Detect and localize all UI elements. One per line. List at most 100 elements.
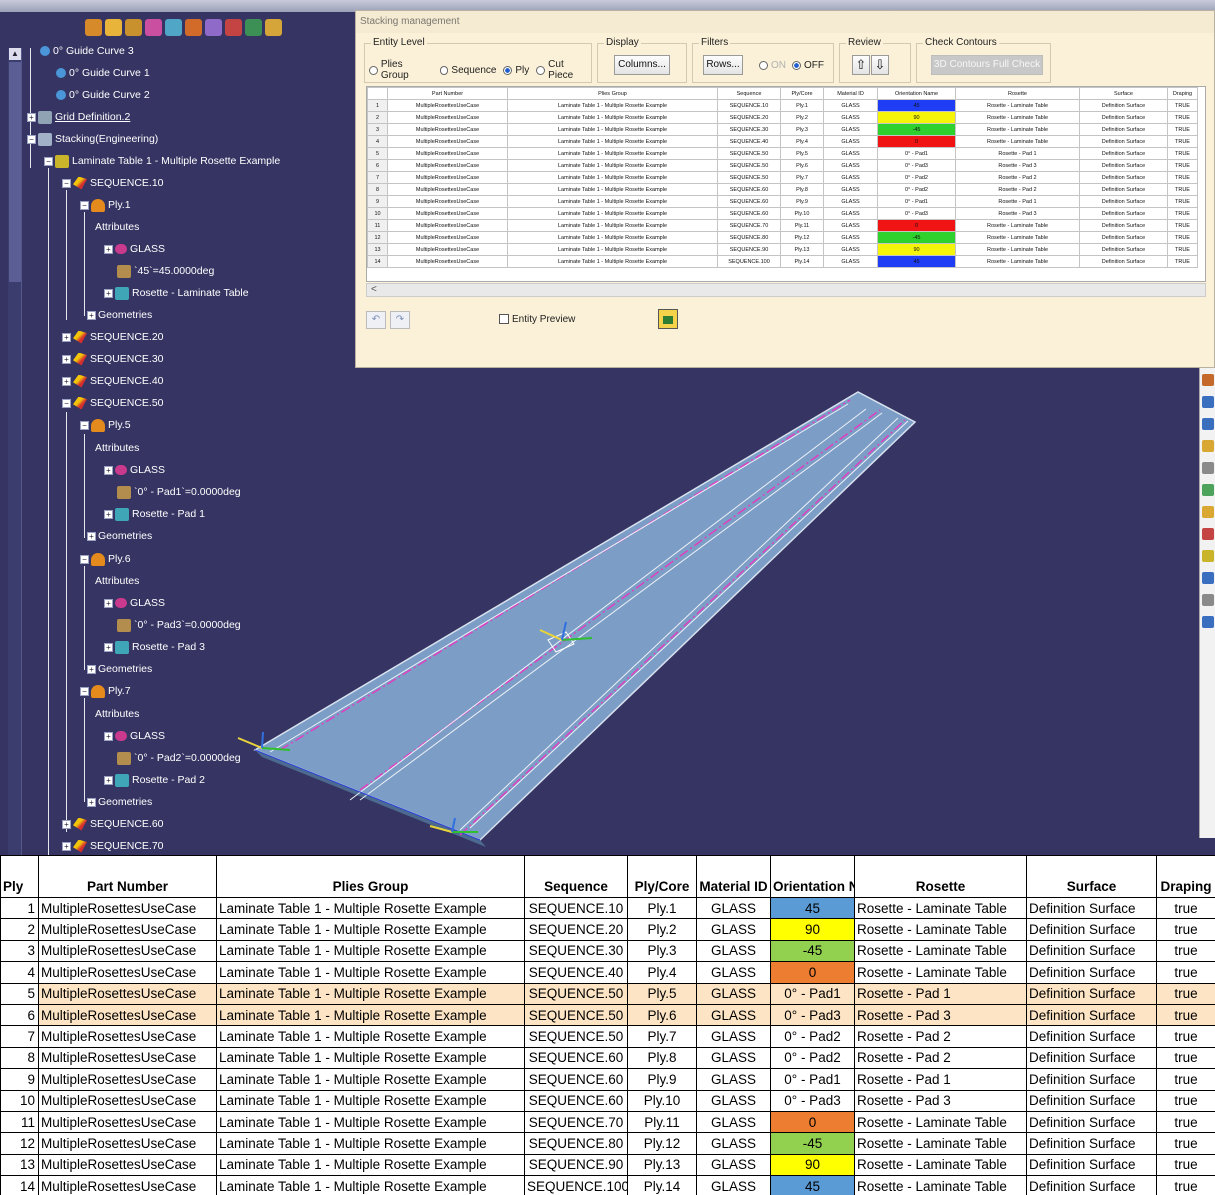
table-row[interactable]: 9 MultipleRosettesUseCase Laminate Table 1… [367,195,1198,208]
sheet-cell[interactable]: GLASS [696,1175,771,1195]
sheet-cell[interactable]: Laminate Table 1 - Multiple Rosette Exam… [216,939,525,963]
tool-icon[interactable] [1202,594,1214,606]
sheet-header-cell[interactable]: Rosette [854,855,1027,898]
sheet-cell[interactable]: true [1156,1068,1215,1091]
sheet-cell[interactable]: Definition Surface [1026,896,1157,920]
right-toolbar[interactable] [1199,368,1215,838]
table-cell[interactable]: MultipleRosettesUseCase [387,231,508,244]
sheet-cell[interactable]: GLASS [696,1110,771,1134]
sheet-row[interactable]: 11 MultipleRosettesUseCase Laminate Table … [0,1110,1215,1134]
sheet-cell[interactable]: Rosette - Pad 2 [854,1025,1027,1048]
sheet-cell[interactable]: MultipleRosettesUseCase [38,1132,217,1155]
table-cell[interactable]: 0° - Pad1 [877,147,956,160]
table-cell[interactable]: Ply.12 [780,231,824,244]
sheet-cell[interactable]: MultipleRosettesUseCase [38,961,217,984]
sheet-cell[interactable]: Definition Surface [1026,982,1157,1005]
table-cell[interactable]: GLASS [823,195,878,208]
sheet-cell[interactable]: Rosette - Laminate Table [854,896,1027,920]
table-cell[interactable]: 0 [877,135,956,148]
sheet-row[interactable]: 13 MultipleRosettesUseCase Laminate Table … [0,1153,1215,1177]
sheet-cell[interactable]: MultipleRosettesUseCase [38,1153,217,1177]
tool-icon[interactable] [1202,484,1214,496]
table-cell[interactable]: GLASS [823,159,878,172]
sheet-cell[interactable]: Laminate Table 1 - Multiple Rosette Exam… [216,1068,525,1091]
filter-off-label[interactable]: OFF [804,60,824,71]
sheet-cell[interactable]: Ply.7 [627,1025,697,1048]
sequence-label[interactable]: Sequence [451,65,496,76]
sheet-cell[interactable]: Ply.13 [627,1153,697,1177]
sheet-cell[interactable]: MultipleRosettesUseCase [38,982,217,1005]
sheet-cell[interactable]: Ply.1 [627,896,697,920]
tool-icon[interactable] [1202,396,1214,408]
row-index[interactable]: 10 [367,207,388,220]
sheet-cell[interactable]: Laminate Table 1 - Multiple Rosette Exam… [216,961,525,984]
table-header-cell[interactable]: Orientation Name [877,87,956,100]
sheet-cell[interactable]: Rosette - Pad 1 [854,982,1027,1005]
sheet-cell[interactable]: Ply.12 [627,1132,697,1155]
table-cell[interactable]: Laminate Table 1 - Multiple Rosette Exam… [507,159,718,172]
sheet-cell[interactable]: true [1156,896,1215,920]
sheet-cell[interactable]: SEQUENCE.90 [524,1153,628,1177]
sheet-cell[interactable]: true [1156,961,1215,984]
table-cell[interactable]: Laminate Table 1 - Multiple Rosette Exam… [507,219,718,232]
table-cell[interactable]: TRUE [1167,135,1198,148]
sheet-cell[interactable]: 0° - Pad1 [770,1068,855,1091]
table-cell[interactable]: TRUE [1167,255,1198,268]
table-cell[interactable]: Ply.3 [780,123,824,136]
table-cell[interactable]: MultipleRosettesUseCase [387,135,508,148]
table-cell[interactable]: Ply.4 [780,135,824,148]
table-cell[interactable]: Laminate Table 1 - Multiple Rosette Exam… [507,183,718,196]
sheet-cell[interactable]: Rosette - Laminate Table [854,1153,1027,1177]
table-cell[interactable]: -45 [877,231,956,244]
table-row[interactable]: 1 MultipleRosettesUseCase Laminate Table 1… [367,99,1198,112]
row-index[interactable]: 5 [367,147,388,160]
table-header-cell[interactable]: Surface [1079,87,1168,100]
table-cell[interactable]: Ply.1 [780,99,824,112]
sheet-row[interactable]: 1 MultipleRosettesUseCase Laminate Table 1… [0,896,1215,920]
table-cell[interactable]: Ply.5 [780,147,824,160]
sheet-cell[interactable]: Ply.10 [627,1089,697,1112]
table-row[interactable]: 12 MultipleRosettesUseCase Laminate Table … [367,231,1198,244]
table-row[interactable]: 10 MultipleRosettesUseCase Laminate Table … [367,207,1198,220]
table-cell[interactable]: MultipleRosettesUseCase [387,159,508,172]
table-cell[interactable]: MultipleRosettesUseCase [387,195,508,208]
table-cell[interactable]: SEQUENCE.100 [717,255,781,268]
table-cell[interactable]: Rosette - Pad 2 [955,183,1080,196]
sheet-cell[interactable]: Ply.2 [627,918,697,941]
table-cell[interactable]: Laminate Table 1 - Multiple Rosette Exam… [507,255,718,268]
table-cell[interactable]: SEQUENCE.10 [717,99,781,112]
stacking-table[interactable]: Part Number Plies Group Sequence Ply/Core Ma… [366,86,1206,282]
table-cell[interactable]: Laminate Table 1 - Multiple Rosette Exam… [507,111,718,124]
sheet-cell[interactable]: GLASS [696,1132,771,1155]
sheet-cell[interactable]: Definition Surface [1026,939,1157,963]
checkbox-icon[interactable] [499,314,509,325]
table-cell[interactable]: Definition Surface [1079,195,1168,208]
table-row[interactable]: 5 MultipleRosettesUseCase Laminate Table 1… [367,147,1198,160]
table-cell[interactable]: Ply.11 [780,219,824,232]
ply-number-cell[interactable]: 1 [0,896,39,920]
sheet-cell[interactable]: SEQUENCE.70 [524,1110,628,1134]
sheet-row[interactable]: 14 MultipleRosettesUseCase Laminate Table … [0,1175,1215,1195]
table-cell[interactable]: TRUE [1167,99,1198,112]
table-cell[interactable]: MultipleRosettesUseCase [387,123,508,136]
sheet-cell[interactable]: SEQUENCE.50 [524,1025,628,1048]
sheet-cell[interactable]: -45 [770,1132,855,1155]
table-cell[interactable]: Laminate Table 1 - Multiple Rosette Exam… [507,243,718,256]
ply-number-cell[interactable]: 5 [0,982,39,1005]
ply-number-cell[interactable]: 4 [0,961,39,984]
sheet-cell[interactable]: Rosette - Laminate Table [854,918,1027,941]
ply-number-cell[interactable]: 8 [0,1046,39,1070]
table-cell[interactable]: Laminate Table 1 - Multiple Rosette Exam… [507,171,718,184]
sheet-cell[interactable]: Rosette - Pad 3 [854,1003,1027,1027]
table-cell[interactable]: Laminate Table 1 - Multiple Rosette Exam… [507,147,718,160]
entity-preview-checkbox[interactable]: Entity Preview [499,314,575,325]
cut-piece-label[interactable]: Cut Piece [548,59,591,81]
sheet-cell[interactable]: SEQUENCE.60 [524,1046,628,1070]
spreadsheet[interactable]: Ply Part Number Plies Group Sequence Ply/Cor… [0,855,1215,1195]
sheet-cell[interactable]: Definition Surface [1026,1110,1157,1134]
tool-icon[interactable] [1202,506,1214,518]
sheet-cell[interactable]: 45 [770,1175,855,1195]
plies-group-radio[interactable] [369,65,378,75]
ply-number-cell[interactable]: 9 [0,1068,39,1091]
table-cell[interactable]: GLASS [823,123,878,136]
